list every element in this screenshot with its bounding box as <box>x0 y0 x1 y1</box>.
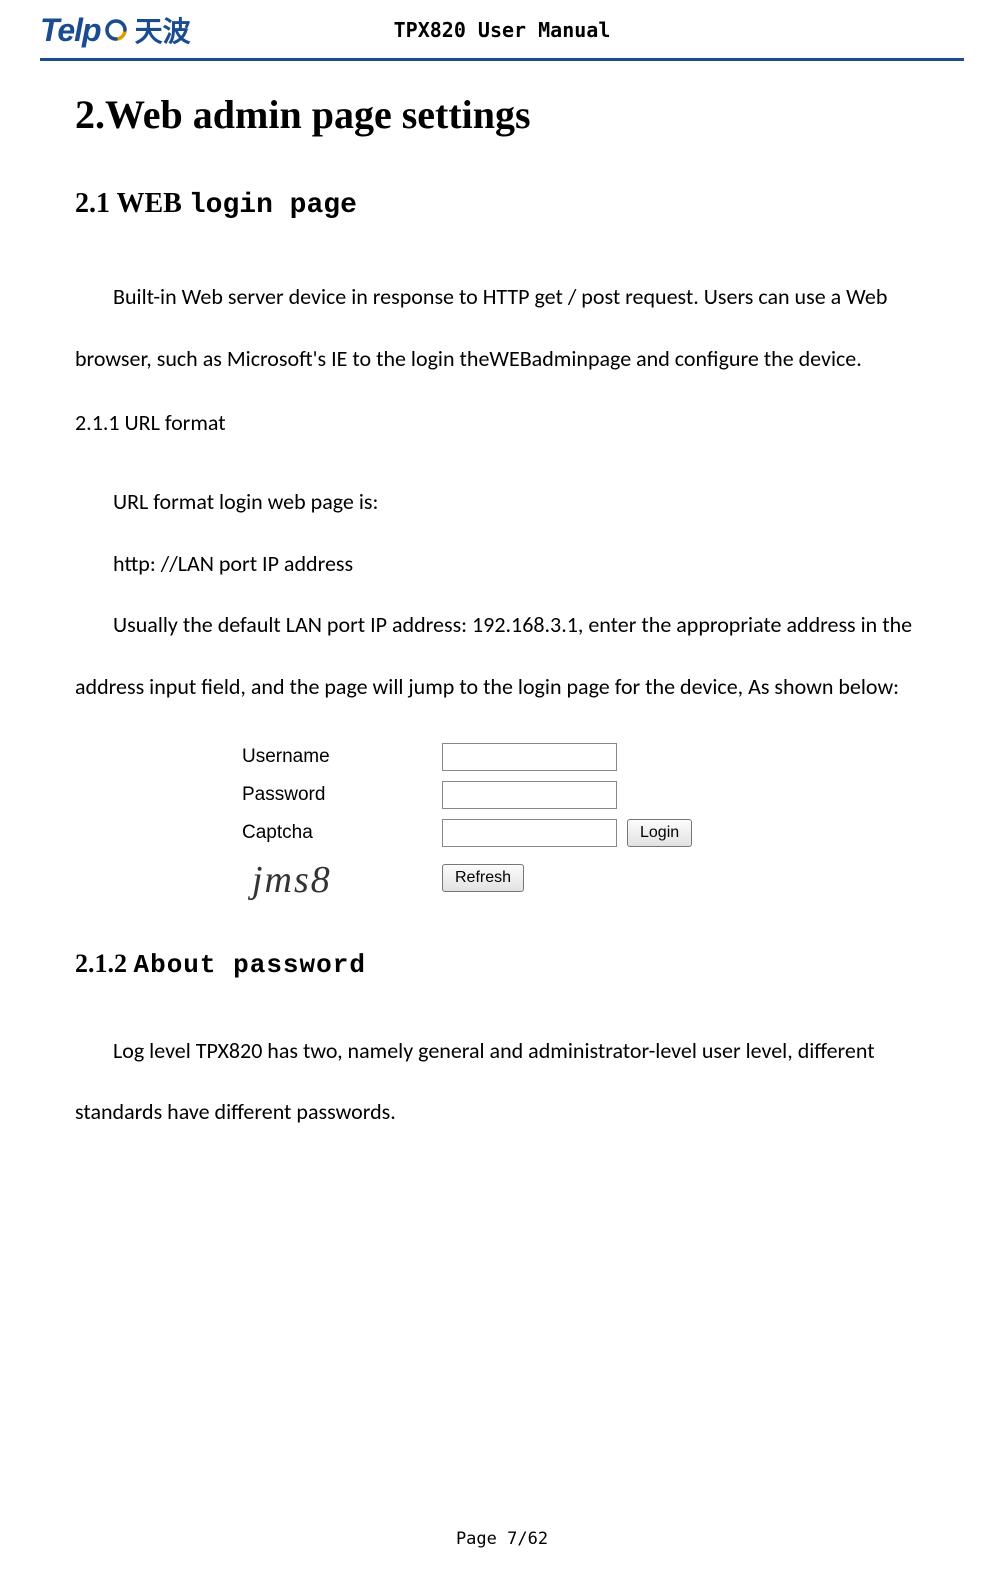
header-title: TPX820 User Manual <box>394 18 611 42</box>
logo: Telp 天波 <box>40 10 191 50</box>
logo-swirl-icon <box>103 17 129 43</box>
username-label: Username <box>242 746 442 768</box>
logo-text-cn: 天波 <box>135 10 191 50</box>
captcha-image: jms8 <box>242 857 442 899</box>
page-footer: Page 7/62 <box>456 1529 548 1549</box>
heading-212-prefix: 2.1.2 <box>75 949 134 978</box>
paragraph-url-2: http: //LAN port IP address <box>75 533 929 595</box>
form-row-username: Username <box>242 743 762 771</box>
heading-1: 2.Web admin page settings <box>75 91 929 138</box>
paragraph-password: Log level TPX820 has two, namely general… <box>75 1020 929 1143</box>
heading-2-1: 2.1 WEB login page <box>75 188 929 221</box>
logo-text-main: Telp <box>40 12 101 49</box>
heading-212-mono: About password <box>134 950 366 980</box>
captcha-input[interactable] <box>442 819 617 847</box>
captcha-label: Captcha <box>242 822 442 844</box>
paragraph-url-1: URL format login web page is: <box>75 471 929 533</box>
form-row-password: Password <box>242 781 762 809</box>
paragraph-url-3: Usually the default LAN port IP address:… <box>75 594 929 717</box>
heading-2-1-prefix: 2.1 WEB <box>75 188 189 219</box>
subheading-211: 2.1.1 URL format <box>75 409 929 436</box>
page-header: Telp 天波 TPX820 User Manual <box>0 0 1004 58</box>
username-input[interactable] <box>442 743 617 771</box>
password-input[interactable] <box>442 781 617 809</box>
refresh-button[interactable]: Refresh <box>442 864 524 892</box>
password-label: Password <box>242 784 442 806</box>
login-button[interactable]: Login <box>627 819 692 847</box>
paragraph-intro: Built-in Web server device in response t… <box>75 266 929 389</box>
captcha-refresh-row: jms8 Refresh <box>242 857 762 899</box>
heading-2-1-mono: login page <box>189 190 357 221</box>
login-form-screenshot: Username Password Captcha Login jms8 Ref… <box>242 743 762 899</box>
page-content: 2.Web admin page settings 2.1 WEB login … <box>0 61 1004 1143</box>
section-212: 2.1.2 About password Log level TPX820 ha… <box>75 949 929 1143</box>
form-row-captcha: Captcha Login <box>242 819 762 847</box>
heading-212: 2.1.2 About password <box>75 949 929 980</box>
